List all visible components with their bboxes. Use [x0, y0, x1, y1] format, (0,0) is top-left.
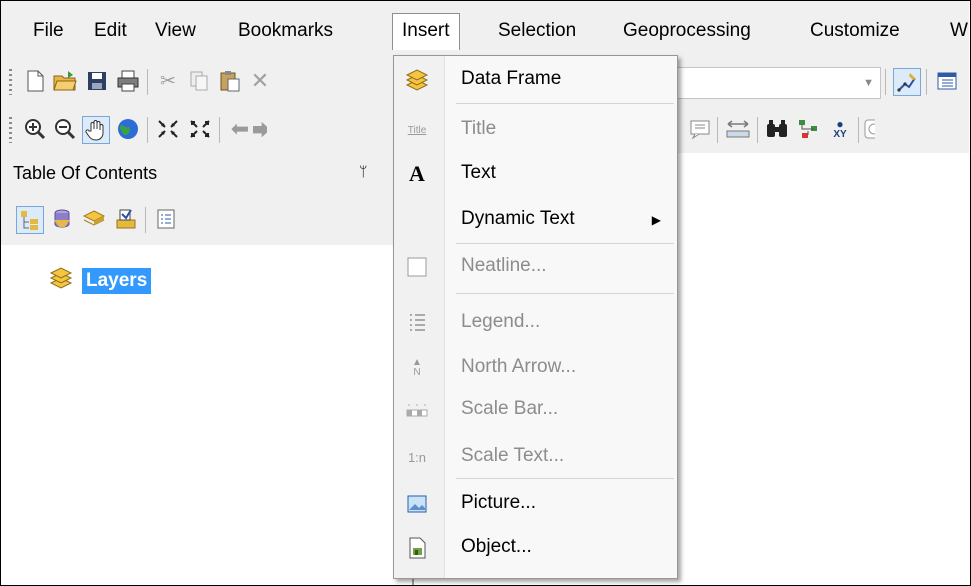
find-route-icon[interactable]	[795, 116, 821, 142]
menu-item-north-arrow[interactable]: ▲ N North Arrow...	[394, 348, 677, 388]
toolbar-separator	[147, 117, 148, 143]
list-by-drawing-order-icon[interactable]	[16, 206, 44, 234]
html-popup-icon[interactable]	[687, 116, 713, 142]
scale-combobox[interactable]: ▼	[673, 67, 881, 99]
insert-dropdown-menu: Data Frame Title Title A Text Dynamic Te…	[393, 55, 678, 579]
new-document-icon[interactable]	[22, 68, 48, 94]
north-arrow-icon: ▲ N	[412, 357, 422, 379]
toolbar-separator	[219, 117, 220, 143]
menu-item-label: Text	[461, 162, 496, 183]
save-icon[interactable]	[84, 68, 110, 94]
menu-customize[interactable]: Customize	[801, 14, 909, 48]
menu-item-label: Title	[461, 118, 497, 139]
picture-icon	[404, 492, 430, 516]
menu-item-label: Scale Text...	[461, 445, 565, 466]
menu-item-label: Scale Bar...	[461, 398, 559, 419]
scale-text-icon: 1:n	[407, 449, 427, 465]
fixed-zoom-in-icon[interactable]	[155, 116, 181, 142]
submenu-arrow-icon: ▶	[651, 213, 661, 227]
menu-bar: File Edit View Bookmarks Insert Selectio…	[1, 1, 969, 57]
open-folder-icon[interactable]	[52, 68, 78, 94]
go-to-xy-label: XY	[833, 128, 847, 140]
menu-item-label: Neatline...	[461, 255, 547, 276]
north-arrow-letter: N	[413, 367, 421, 378]
full-extent-globe-icon[interactable]	[115, 116, 141, 142]
chevron-down-icon[interactable]: ▼	[863, 77, 874, 89]
menu-item-title[interactable]: Title Title	[394, 110, 677, 150]
options-icon[interactable]	[153, 206, 179, 232]
toolbar-separator	[145, 207, 146, 233]
back-arrow-icon[interactable]: ⬅	[227, 116, 253, 142]
menu-item-text[interactable]: A Text	[394, 154, 677, 194]
toolbar-separator	[858, 117, 859, 143]
menu-separator	[456, 478, 674, 479]
menu-item-neatline[interactable]: Neatline...	[394, 247, 677, 287]
menu-item-label: Dynamic Text	[461, 208, 575, 229]
fixed-zoom-out-icon[interactable]	[187, 116, 213, 142]
menu-item-dynamic-text[interactable]: Dynamic Text ▶	[394, 200, 677, 240]
toc-title: Table Of Contents	[13, 163, 158, 183]
pan-hand-icon[interactable]	[82, 116, 110, 144]
editor-icon[interactable]	[893, 68, 921, 96]
list-by-selection-icon[interactable]	[113, 206, 139, 232]
pin-icon[interactable]: ᛘ	[359, 163, 367, 179]
menu-windows[interactable]: W	[941, 14, 971, 48]
toolbar-separator	[885, 69, 886, 95]
layers-label[interactable]: Layers	[82, 268, 152, 294]
menu-geoprocessing[interactable]: Geoprocessing	[614, 14, 760, 48]
menu-item-legend[interactable]: Legend...	[394, 303, 677, 343]
menu-item-label: Picture...	[461, 492, 536, 513]
menu-item-object[interactable]: Object...	[394, 528, 677, 568]
toc-layer-item[interactable]: Layers	[48, 266, 152, 296]
menu-separator	[456, 103, 674, 104]
measure-icon[interactable]	[725, 116, 751, 142]
neatline-icon	[404, 255, 430, 279]
paste-icon[interactable]	[217, 68, 243, 94]
toc-header: Table Of Contents ᛘ	[1, 153, 401, 195]
go-to-xy-icon[interactable]: ● XY	[827, 116, 853, 142]
toc-toolbar	[1, 195, 401, 245]
menu-item-label: North Arrow...	[461, 356, 577, 377]
table-window-icon[interactable]	[934, 68, 960, 94]
menu-item-data-frame[interactable]: Data Frame	[394, 60, 677, 100]
menu-item-label: Data Frame	[461, 68, 562, 89]
forward-arrow-icon[interactable]: ⮕	[253, 116, 267, 142]
legend-icon	[404, 311, 430, 335]
object-icon	[404, 536, 430, 560]
toolbar-grip[interactable]	[9, 117, 12, 143]
menu-item-picture[interactable]: Picture...	[394, 484, 677, 524]
cut-icon[interactable]: ✂	[155, 68, 181, 94]
menu-item-scale-bar[interactable]: Scale Bar...	[394, 390, 677, 430]
toolbar-separator	[717, 117, 718, 143]
title-icon: Title	[407, 124, 427, 136]
print-icon[interactable]	[115, 68, 141, 94]
list-by-source-icon[interactable]	[49, 206, 75, 232]
data-frame-icon	[48, 267, 74, 295]
toolbar-grip[interactable]	[9, 69, 12, 95]
menu-view[interactable]: View	[146, 14, 205, 48]
zoom-in-icon[interactable]	[22, 116, 48, 142]
find-binoculars-icon[interactable]	[764, 116, 790, 142]
copy-icon[interactable]	[186, 68, 212, 94]
toolbar-separator	[757, 117, 758, 143]
menu-item-label: Legend...	[461, 311, 541, 332]
scale-bar-icon	[404, 398, 430, 422]
data-frame-icon	[404, 68, 430, 92]
menu-insert[interactable]: Insert	[392, 13, 460, 50]
menu-item-scale-text[interactable]: 1:n Scale Text...	[394, 437, 677, 477]
menu-selection[interactable]: Selection	[489, 14, 585, 48]
zoom-out-icon[interactable]	[52, 116, 78, 142]
menu-separator	[456, 243, 674, 244]
time-slider-icon[interactable]	[863, 116, 875, 142]
toolbar-separator	[926, 69, 927, 95]
toolbar-separator	[147, 69, 148, 95]
text-icon: A	[409, 161, 425, 186]
list-by-visibility-icon[interactable]	[81, 206, 107, 232]
menu-file[interactable]: File	[24, 14, 73, 48]
menu-item-label: Object...	[461, 536, 532, 557]
menu-separator	[456, 293, 674, 294]
delete-icon[interactable]: ✕	[247, 68, 273, 94]
menu-bookmarks[interactable]: Bookmarks	[229, 14, 342, 48]
menu-edit[interactable]: Edit	[85, 14, 136, 48]
